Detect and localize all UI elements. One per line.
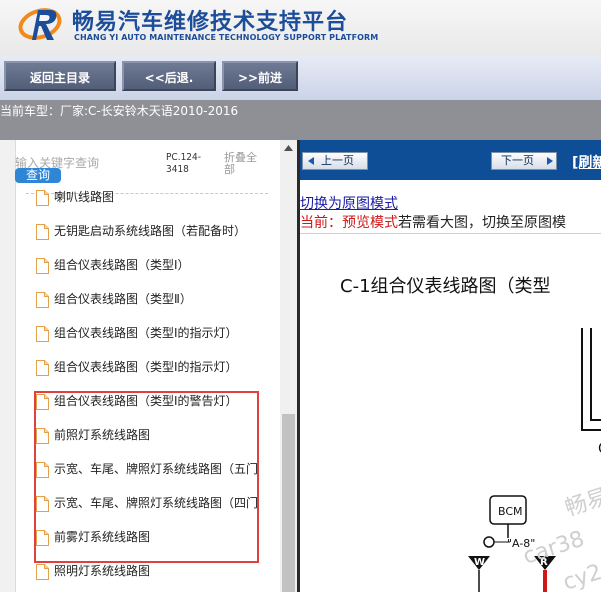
watermark-text-b: car38 (520, 527, 587, 570)
tree-item-label: 组合仪表线路图（类型Ⅰ的指示灯） (54, 326, 238, 340)
document-icon (36, 496, 49, 512)
page-nav-bar: 上一页 下一页 [刷新 (300, 140, 601, 180)
tree-item-label: 示宽、车尾、牌照灯系统线路图（四门 (54, 496, 259, 510)
tree-item[interactable]: 组合仪表线路图（类型Ⅱ） (36, 288, 282, 312)
next-page-button[interactable]: 下一页 (491, 152, 557, 170)
forward-button[interactable]: >>前进 (222, 61, 298, 91)
refresh-link[interactable]: [刷新 (572, 152, 601, 172)
tree-item[interactable]: 组合仪表线路图（类型Ⅰ的警告灯） (36, 390, 282, 414)
tree-item-label: 组合仪表线路图（类型Ⅰ） (54, 258, 190, 272)
app-header: 畅易汽车维修技术支持平台 CHANG YI AUTO MAINTENANCE T… (0, 0, 601, 56)
platform-subtitle: CHANG YI AUTO MAINTENANCE TECHNOLOGY SUP… (74, 33, 379, 42)
tree-item[interactable]: 无钥匙启动系统线路图（若配备时） (36, 220, 282, 244)
sidebar-gutter (0, 140, 16, 592)
changyi-logo-icon (18, 8, 62, 40)
tree-item-label: 喇叭线路图 (54, 190, 115, 204)
tree-item[interactable]: 喇叭线路图 (36, 186, 282, 210)
main-toolbar: 返回主目录 <<后退. >>前进 (0, 56, 601, 100)
current-model-text: 当前车型：厂家:C-长安铃木天语2010-2016 (0, 104, 239, 118)
pc-code-label: PC.124-3418 (166, 152, 201, 175)
document-icon (36, 190, 49, 206)
diagram-viewer: 上一页 下一页 [刷新 切换为原图模式 当前：预览模式若需看大图，切换至原图模 … (297, 140, 601, 592)
tree-item-label: 前照灯系统线路图 (54, 428, 151, 442)
tree-item-label: 组合仪表线路图（类型Ⅱ） (54, 292, 192, 306)
prev-page-button[interactable]: 上一页 (302, 152, 368, 170)
watermark-text-a: 畅易 (562, 484, 601, 521)
document-icon (36, 360, 49, 376)
current-model-bar: 当前车型：厂家:C-长安铃木天语2010-2016 (0, 100, 601, 140)
mode-hint: 若需看大图，切换至原图模 (398, 215, 566, 231)
tree-item[interactable]: 组合仪表线路图（类型Ⅰ） (36, 254, 282, 278)
tree-item-label: 组合仪表线路图（类型Ⅰ的警告灯） (54, 394, 238, 408)
right-arrow-icon (547, 157, 553, 165)
search-button[interactable]: 查询 (15, 168, 61, 183)
sidebar-scrollbar[interactable] (280, 140, 297, 592)
tree-item[interactable]: 组合仪表线路图（类型Ⅰ的指示灯） (36, 356, 282, 380)
wiring-diagram-preview: C-1组合仪表线路图（类型 C BCM "A-8" W R 畅易 (300, 234, 601, 592)
tree-item-label: 无钥匙启动系统线路图（若配备时） (54, 224, 247, 238)
tree-item[interactable]: 前照灯系统线路图 (36, 424, 282, 448)
platform-title: 畅易汽车维修技术支持平台 (72, 10, 349, 35)
scroll-up-arrow-icon[interactable] (280, 140, 297, 157)
tree-item[interactable]: 示宽、车尾、牌照灯系统线路图（五门 (36, 458, 282, 482)
bcm-label: BCM (498, 505, 523, 518)
tree-item-label: 组合仪表线路图（类型Ⅰ的指示灯） (54, 360, 238, 374)
document-icon (36, 530, 49, 546)
prev-page-label: 上一页 (321, 154, 354, 167)
catalog-sidebar: 输入关键字查询 查询 PC.124-3418 折叠全部 喇叭线路图 无钥匙启动系统… (0, 140, 297, 592)
mode-prefix: 当前： (300, 215, 342, 231)
home-button[interactable]: 返回主目录 (4, 61, 116, 91)
back-button[interactable]: <<后退. (122, 61, 216, 91)
switch-original-mode-link[interactable]: 切换为原图模式 (300, 193, 398, 213)
tree-item[interactable]: 组合仪表线路图（类型Ⅰ的指示灯） (36, 322, 282, 346)
document-icon (36, 292, 49, 308)
next-page-label: 下一页 (501, 154, 534, 167)
collapse-all-link[interactable]: 折叠全部 (224, 152, 264, 176)
tree-item[interactable]: 照明灯系统线路图 (36, 560, 282, 584)
tree-item-label: 示宽、车尾、牌照灯系统线路图（五门 (54, 462, 259, 476)
connector-dot-icon (483, 536, 495, 548)
connector-inner-path (590, 328, 601, 421)
document-icon (36, 428, 49, 444)
diagram-drawing: C BCM "A-8" W R 畅易 car38 cy2 (468, 328, 601, 592)
tree-item-label: 照明灯系统线路图 (54, 564, 151, 578)
tree-item-label: 前雾灯系统线路图 (54, 530, 151, 544)
wire-w-label: W (474, 557, 485, 568)
mode-name: 预览模式 (342, 215, 398, 231)
document-icon (36, 394, 49, 410)
watermark-text-c: cy2 (560, 560, 601, 592)
scrollbar-thumb[interactable] (282, 414, 295, 592)
document-icon (36, 326, 49, 342)
tree-item[interactable]: 前雾灯系统线路图 (36, 526, 282, 550)
document-icon (36, 258, 49, 274)
document-icon (36, 224, 49, 240)
document-icon (36, 462, 49, 478)
mode-status-line: 当前：预览模式若需看大图，切换至原图模 (300, 212, 566, 232)
document-icon (36, 564, 49, 580)
left-arrow-icon (308, 157, 314, 165)
tree-item[interactable]: 示宽、车尾、牌照灯系统线路图（四门 (36, 492, 282, 516)
